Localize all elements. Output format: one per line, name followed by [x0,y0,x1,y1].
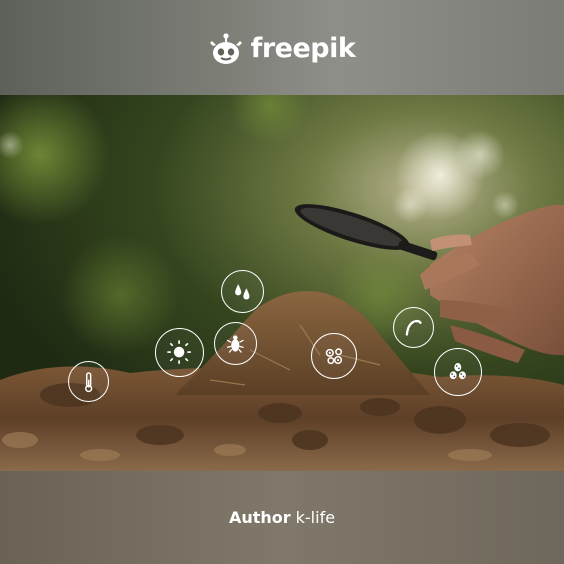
bottom-banner: Author k-life [0,471,564,564]
top-banner: freepik [0,0,564,95]
author-name[interactable]: k-life [296,508,335,527]
freepik-logo[interactable]: freepik [209,32,356,66]
photo-scene [0,95,564,471]
microbes-icon [311,333,357,379]
brand-name: freepik [250,33,356,64]
bug-icon [214,322,257,365]
bacteria-icon [434,348,482,396]
soil-photo [0,95,564,471]
freepik-robot-logo-icon [209,32,242,64]
thermometer-icon [68,361,109,402]
worm-icon [393,307,434,348]
author-label: Author [228,508,291,527]
author-credit: Author k-life [229,508,335,527]
sun-icon [155,328,204,377]
water-drops-icon [221,270,264,313]
